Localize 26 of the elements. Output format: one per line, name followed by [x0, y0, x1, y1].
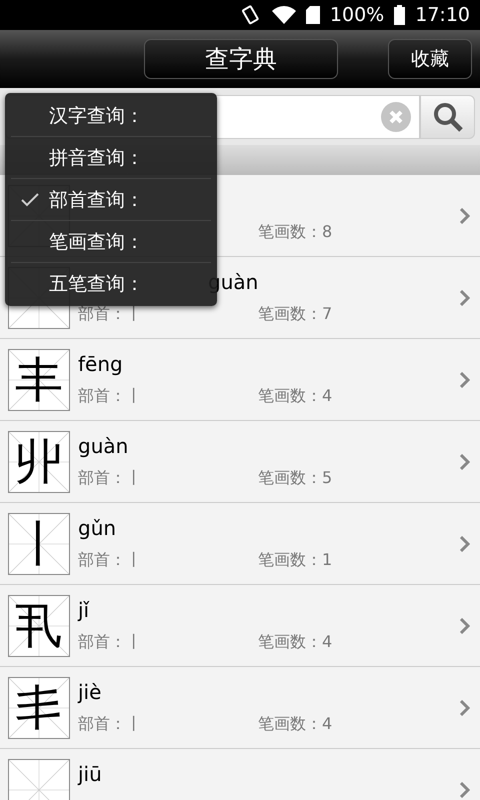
- radical: 部首：丨: [78, 632, 142, 650]
- character: 丨: [15, 520, 63, 568]
- character: 丮: [15, 602, 63, 650]
- stroke-count: 笔画数：4: [258, 386, 332, 406]
- radical: 部首：丨: [78, 468, 142, 486]
- pinyin: jǐ: [78, 598, 90, 624]
- pinyin: fēng: [78, 352, 124, 378]
- stroke-count: 笔画数：7: [258, 304, 332, 324]
- radical: 部首：丨: [78, 304, 142, 322]
- pinyin: guàn: [78, 434, 130, 460]
- pinyin: jiū: [78, 762, 103, 788]
- stroke-count: 笔画数：4: [258, 714, 332, 734]
- stroke-count: 笔画数：5: [258, 468, 332, 488]
- stroke-count: 笔画数：4: [258, 632, 332, 652]
- character: 丰: [15, 356, 63, 404]
- pinyin: gǔn: [78, 516, 118, 542]
- radical: 部首：丨: [78, 714, 142, 732]
- pinyin: jiè: [78, 680, 102, 706]
- clock: 17:10: [415, 4, 470, 26]
- stroke-count: 笔画数：1: [258, 550, 332, 570]
- stroke-count: 笔画数：8: [258, 222, 332, 242]
- character: 丱: [15, 438, 63, 486]
- radical: 部首：丨: [78, 550, 142, 568]
- radical: 部首：丨: [78, 386, 142, 404]
- character: 丯: [15, 684, 63, 732]
- battery-level: 100%: [330, 4, 384, 26]
